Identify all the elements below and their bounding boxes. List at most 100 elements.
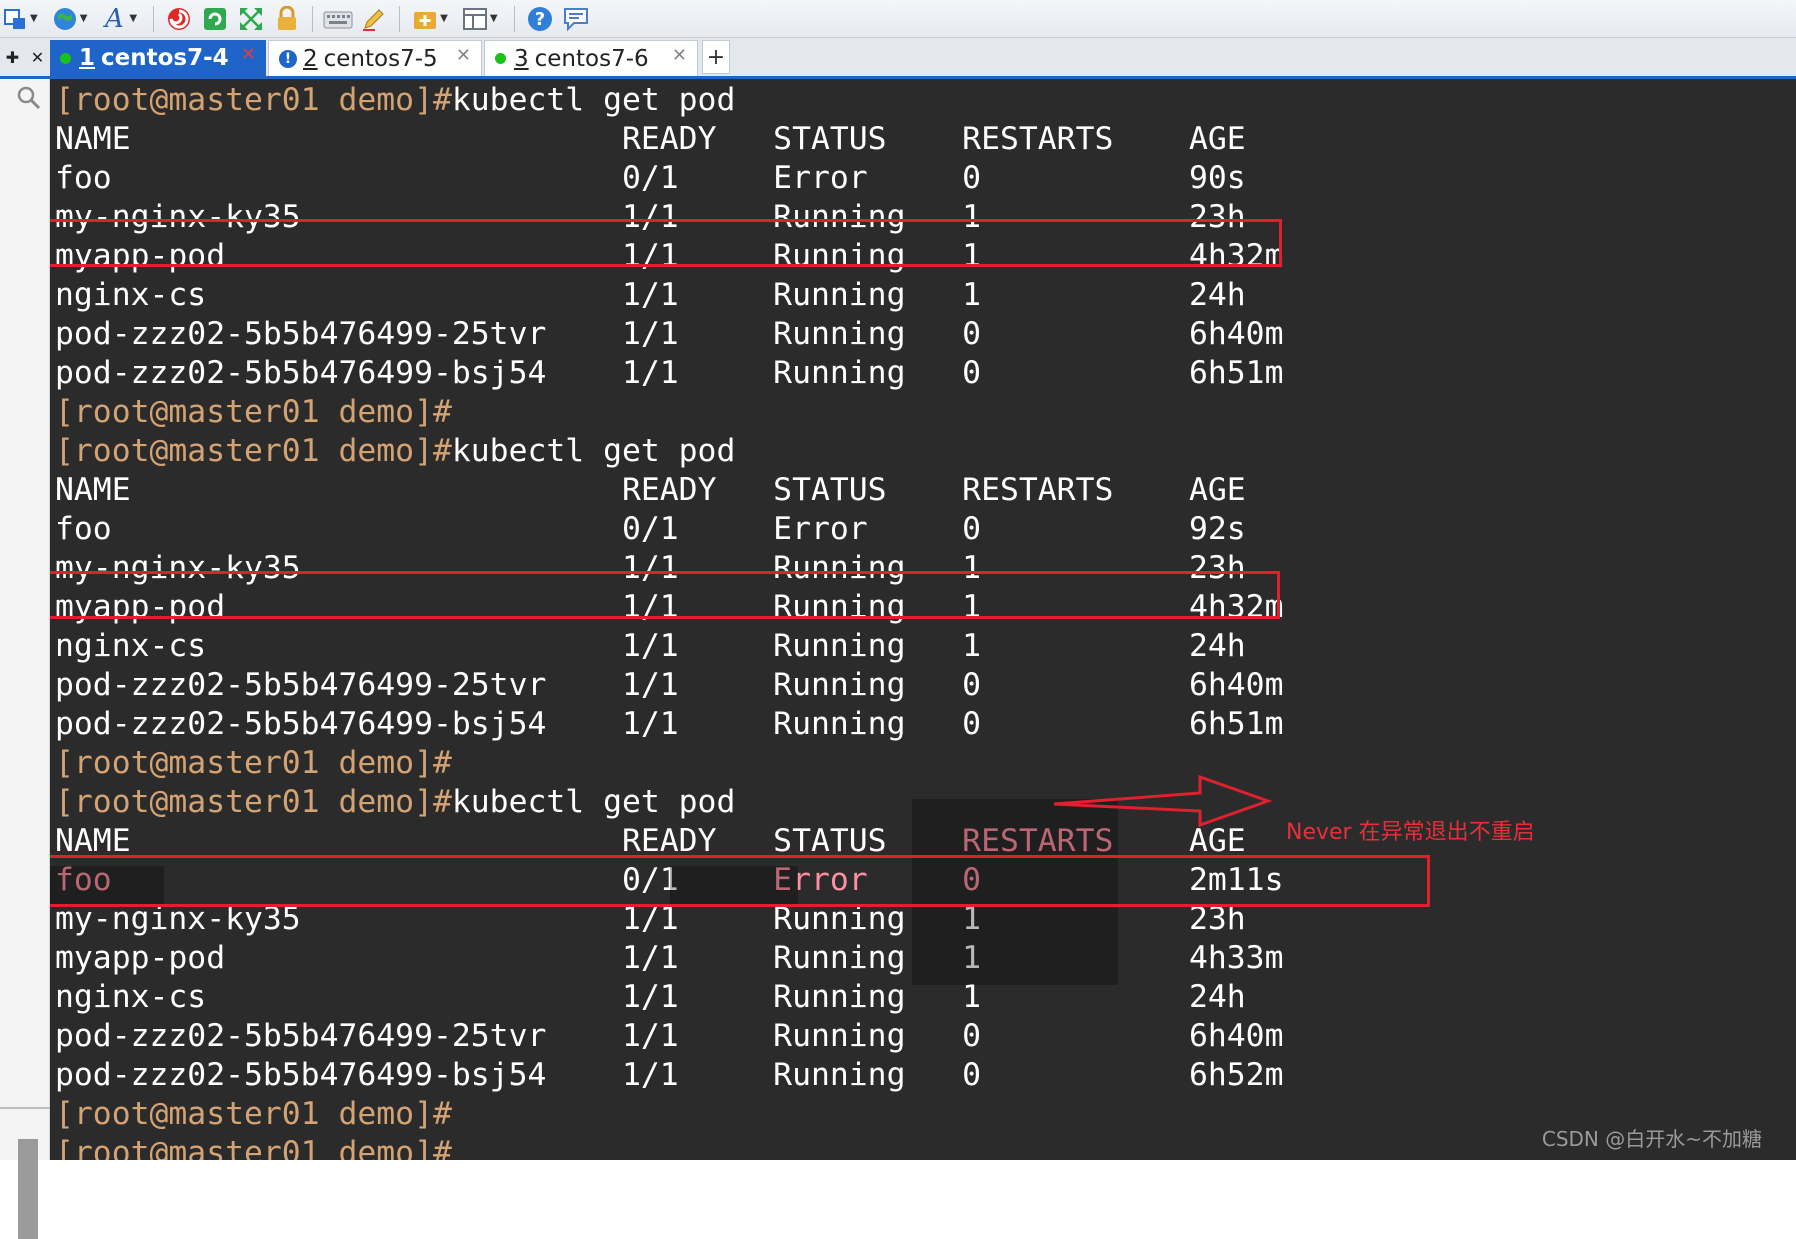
cell-status: Running	[773, 667, 963, 703]
table-row: pod-zzz02-5b5b476499-bsj54 1/1 Running 0…	[55, 354, 1283, 393]
table-row: pod-zzz02-5b5b476499-bsj54 1/1 Running 0…	[55, 1056, 1283, 1095]
add-tab-button[interactable]: +	[702, 40, 730, 74]
cell-status: Running	[773, 277, 963, 313]
keyboard-icon[interactable]	[323, 4, 353, 34]
cell-age: 23h	[1188, 199, 1246, 235]
cell-status: Running	[773, 238, 963, 274]
toolbar-separator	[312, 5, 314, 32]
cell-age: 6h52m	[1188, 1057, 1284, 1093]
cell-ready: 1/1	[621, 940, 774, 976]
cell-age: 23h	[1188, 901, 1246, 937]
tab-number: 1	[79, 45, 96, 71]
tab-centos7-5[interactable]: ! 2 centos7-5 ✕	[268, 40, 482, 76]
selection-shade	[670, 866, 798, 906]
tab-centos7-4[interactable]: 1 centos7-4 ✕	[50, 40, 266, 76]
table-row: myapp-pod 1/1 Running 1 4h32m	[55, 237, 1283, 276]
search-icon[interactable]	[16, 85, 42, 117]
cell-ready: 1/1	[621, 979, 774, 1015]
toolbar-separator	[399, 5, 401, 32]
chevron-down-icon[interactable]: ▼	[440, 13, 448, 24]
refresh-icon[interactable]	[200, 4, 230, 34]
cell-name: myapp-pod	[55, 238, 622, 274]
cell-ready: READY	[621, 472, 774, 508]
table-row: my-nginx-ky35 1/1 Running 1 23h	[55, 198, 1283, 237]
command-line: [root@master01 demo]#kubectl get pod	[55, 432, 1283, 471]
help-icon[interactable]: ?	[525, 4, 555, 34]
cell-name: pod-zzz02-5b5b476499-25tvr	[55, 316, 622, 352]
cell-name: nginx-cs	[55, 628, 622, 664]
pen-icon[interactable]	[359, 4, 389, 34]
cell-restarts: 0	[962, 1018, 1189, 1054]
connected-status-icon	[495, 53, 506, 64]
pin-icon[interactable]: ✚	[6, 48, 19, 67]
cell-status: Error	[773, 160, 963, 196]
annotation-text: Never 在异常退出不重启	[1286, 820, 1535, 845]
chevron-down-icon[interactable]: ▼	[490, 13, 498, 24]
table-row: nginx-cs 1/1 Running 1 24h	[55, 627, 1283, 666]
prompt-line: [root@master01 demo]#	[55, 393, 1283, 432]
cell-restarts: 1	[962, 238, 1189, 274]
cell-status: Running	[773, 706, 963, 742]
close-icon[interactable]: ✕	[241, 44, 256, 65]
chevron-down-icon[interactable]: ▼	[129, 13, 137, 24]
terminal-output[interactable]: [root@master01 demo]#kubectl get pod NAME…	[50, 79, 1796, 1160]
add-box-icon[interactable]	[410, 4, 440, 34]
cell-status: Running	[773, 199, 963, 235]
tab-centos7-6[interactable]: 3 centos7-6 ✕	[484, 40, 698, 76]
cell-ready: 1/1	[621, 628, 774, 664]
tab-gutter: ✚ ✕	[0, 38, 50, 76]
cell-age: 90s	[1188, 160, 1246, 196]
cell-age: 2m11s	[1188, 862, 1284, 898]
close-icon[interactable]: ✕	[31, 48, 44, 67]
left-sidebar	[0, 79, 50, 1239]
globe-icon[interactable]	[50, 4, 80, 34]
cell-restarts: 0	[962, 706, 1189, 742]
table-row: myapp-pod 1/1 Running 1 4h32m	[55, 588, 1283, 627]
table-row: my-nginx-ky35 1/1 Running 1 23h	[55, 549, 1283, 588]
cell-restarts: RESTARTS	[962, 121, 1189, 157]
toolbar-separator	[153, 5, 155, 32]
cell-age: 6h40m	[1188, 667, 1284, 703]
chat-icon[interactable]	[561, 4, 591, 34]
tab-title: centos7-6	[534, 45, 649, 72]
cell-name: myapp-pod	[55, 940, 622, 976]
cell-status: Running	[773, 589, 963, 625]
fullscreen-icon[interactable]	[236, 4, 266, 34]
cell-age: 6h40m	[1188, 316, 1284, 352]
new-session-icon[interactable]	[0, 4, 30, 34]
lock-icon[interactable]	[272, 4, 302, 34]
cell-name: pod-zzz02-5b5b476499-bsj54	[55, 1057, 622, 1093]
font-icon[interactable]: A	[99, 4, 129, 34]
close-icon[interactable]: ✕	[672, 45, 687, 66]
chevron-down-icon[interactable]: ▼	[80, 13, 88, 24]
cell-status: Running	[773, 550, 963, 586]
cell-ready: 1/1	[621, 706, 774, 742]
chevron-down-icon[interactable]: ▼	[30, 13, 38, 24]
sidebar-divider	[0, 1107, 50, 1109]
cell-ready: 1/1	[621, 667, 774, 703]
cell-name: pod-zzz02-5b5b476499-25tvr	[55, 1018, 622, 1054]
cell-restarts: 1	[962, 550, 1189, 586]
shell-command: kubectl get pod	[451, 784, 736, 820]
cell-ready: READY	[621, 121, 774, 157]
shell-prompt: [root@master01 demo]#	[55, 1096, 452, 1132]
cell-status: Running	[773, 1057, 963, 1093]
cell-age: 24h	[1188, 277, 1246, 313]
cell-name: nginx-cs	[55, 277, 622, 313]
table-row: pod-zzz02-5b5b476499-bsj54 1/1 Running 0…	[55, 705, 1283, 744]
cell-restarts: 0	[962, 316, 1189, 352]
cell-name: foo	[55, 160, 622, 196]
swirl-icon[interactable]	[164, 4, 194, 34]
close-icon[interactable]: ✕	[456, 45, 471, 66]
tab-title: centos7-5	[323, 45, 438, 72]
cell-age: 4h32m	[1188, 238, 1284, 274]
sidebar-scrollbar[interactable]	[18, 1139, 38, 1239]
layout-icon[interactable]	[460, 4, 490, 34]
shell-prompt: [root@master01 demo]#	[55, 745, 452, 781]
tab-number: 3	[514, 45, 529, 72]
cell-status: Running	[773, 1018, 963, 1054]
table-row: foo 0/1 Error 0 92s	[55, 510, 1283, 549]
cell-age: 23h	[1188, 550, 1246, 586]
cell-ready: 1/1	[621, 550, 774, 586]
selection-shade	[50, 866, 164, 906]
